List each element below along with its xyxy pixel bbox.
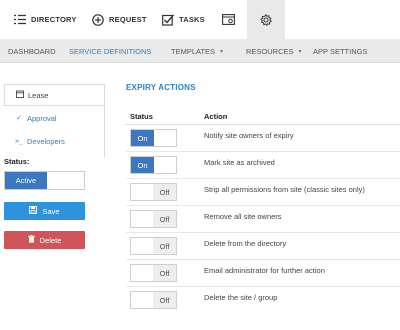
status-label: Status: — [4, 157, 30, 166]
save-icon — [29, 206, 38, 216]
status-toggle[interactable]: Active — [4, 171, 85, 190]
status-toggle[interactable]: Off — [130, 210, 177, 228]
toggle-off-label: Off — [153, 265, 176, 281]
nav-request-label: REQUEST — [109, 15, 147, 24]
list-icon — [14, 14, 26, 25]
toggle-off-label: Off — [153, 184, 176, 200]
column-header-status: Status — [130, 112, 153, 121]
check-icon: ✓ — [16, 115, 22, 122]
sidebar-item-approval[interactable]: ✓ Approval — [4, 107, 104, 129]
plus-circle-icon — [92, 13, 104, 26]
toggle-on-label: On — [131, 157, 154, 173]
sub-nav: DASHBOARD SERVICE DEFINITIONS TEMPLATES ▾… — [0, 39, 400, 63]
save-button[interactable]: Save — [4, 202, 85, 220]
sidebar: Lease ✓ Approval >_ Developers — [0, 63, 118, 330]
subnav-service-definitions[interactable]: SERVICE DEFINITIONS — [69, 39, 151, 63]
subnav-templates[interactable]: TEMPLATES ▾ — [171, 39, 223, 63]
toggle-off-label: Off — [153, 238, 176, 254]
gear-icon — [260, 13, 272, 26]
subnav-dashboard[interactable]: DASHBOARD — [8, 39, 56, 63]
subnav-templates-label: TEMPLATES — [171, 46, 216, 56]
subnav-service-definitions-label: SERVICE DEFINITIONS — [69, 46, 152, 56]
subnav-app-settings[interactable]: APP SETTINGS — [313, 39, 367, 63]
status-toggle[interactable]: Off — [130, 237, 177, 255]
status-toggle[interactable]: On — [130, 129, 177, 147]
action-text: Strip all permissions from site (classic… — [204, 185, 365, 194]
sidebar-item-lease[interactable]: Lease — [4, 84, 104, 106]
delete-button[interactable]: Delete — [4, 231, 85, 249]
action-text: Delete the site / group — [204, 293, 278, 302]
table-row: Off Email administrator for further acti… — [126, 260, 400, 287]
sidebar-item-label: Developers — [27, 136, 65, 146]
chevron-down-icon: ▾ — [220, 48, 224, 55]
sidebar-item-developers[interactable]: >_ Developers — [4, 130, 104, 152]
table-header: Status Action — [126, 106, 400, 125]
sidebar-item-label: Approval — [27, 113, 57, 123]
subnav-app-settings-label: APP SETTINGS — [313, 46, 368, 56]
chevron-down-icon: ▾ — [298, 48, 302, 55]
nav-settings-window[interactable] — [222, 0, 235, 39]
toggle-off-label: Off — [153, 292, 176, 308]
status-toggle[interactable]: Off — [130, 183, 177, 201]
checkbox-icon — [162, 14, 174, 26]
status-toggle[interactable]: On — [130, 156, 177, 174]
save-button-label: Save — [42, 206, 60, 216]
table-row: On Notify site owners of expiry — [126, 125, 400, 152]
calendar-icon — [15, 90, 25, 100]
action-text: Delete from the directory — [204, 239, 287, 248]
top-nav: DIRECTORY REQUEST TASKS — [0, 0, 400, 39]
trash-icon — [27, 235, 35, 245]
subnav-resources[interactable]: RESOURCES ▾ — [246, 39, 302, 63]
status-toggle-active: Active — [5, 172, 47, 189]
terminal-icon: >_ — [15, 137, 23, 145]
nav-directory-label: DIRECTORY — [31, 15, 77, 24]
nav-directory[interactable]: DIRECTORY — [14, 0, 77, 39]
toggle-off-label: Off — [153, 211, 176, 227]
column-header-action: Action — [204, 112, 228, 121]
sidebar-item-label: Lease — [28, 90, 49, 100]
section-title: EXPIRY ACTIONS — [126, 83, 196, 92]
action-text: Notify site owners of expiry — [204, 131, 294, 140]
table-row: On Mark site as archived — [126, 152, 400, 179]
nav-tasks[interactable]: TASKS — [162, 0, 205, 39]
table-row: Off Delete the site / group — [126, 287, 400, 314]
delete-button-label: Delete — [39, 235, 62, 245]
nav-request[interactable]: REQUEST — [92, 0, 147, 39]
subnav-resources-label: RESOURCES — [246, 46, 294, 56]
table-row: Off Remove all site owners — [126, 206, 400, 233]
main-panel: EXPIRY ACTIONS Status Action On Notify s… — [118, 63, 400, 330]
toggle-on-label: On — [131, 130, 154, 146]
sidebar-divider — [104, 84, 105, 158]
action-text: Remove all site owners — [204, 212, 282, 221]
table-row: Off Delete from the directory — [126, 233, 400, 260]
nav-gear[interactable] — [247, 0, 285, 39]
action-text: Mark site as archived — [204, 158, 275, 167]
table-row: Off Strip all permissions from site (cla… — [126, 179, 400, 206]
status-toggle-track — [47, 172, 84, 189]
status-toggle[interactable]: Off — [130, 264, 177, 282]
status-toggle[interactable]: Off — [130, 291, 177, 309]
settings-window-icon — [222, 14, 235, 25]
subnav-dashboard-label: DASHBOARD — [8, 46, 56, 56]
nav-tasks-label: TASKS — [179, 15, 205, 24]
action-text: Email administrator for further action — [204, 266, 325, 275]
